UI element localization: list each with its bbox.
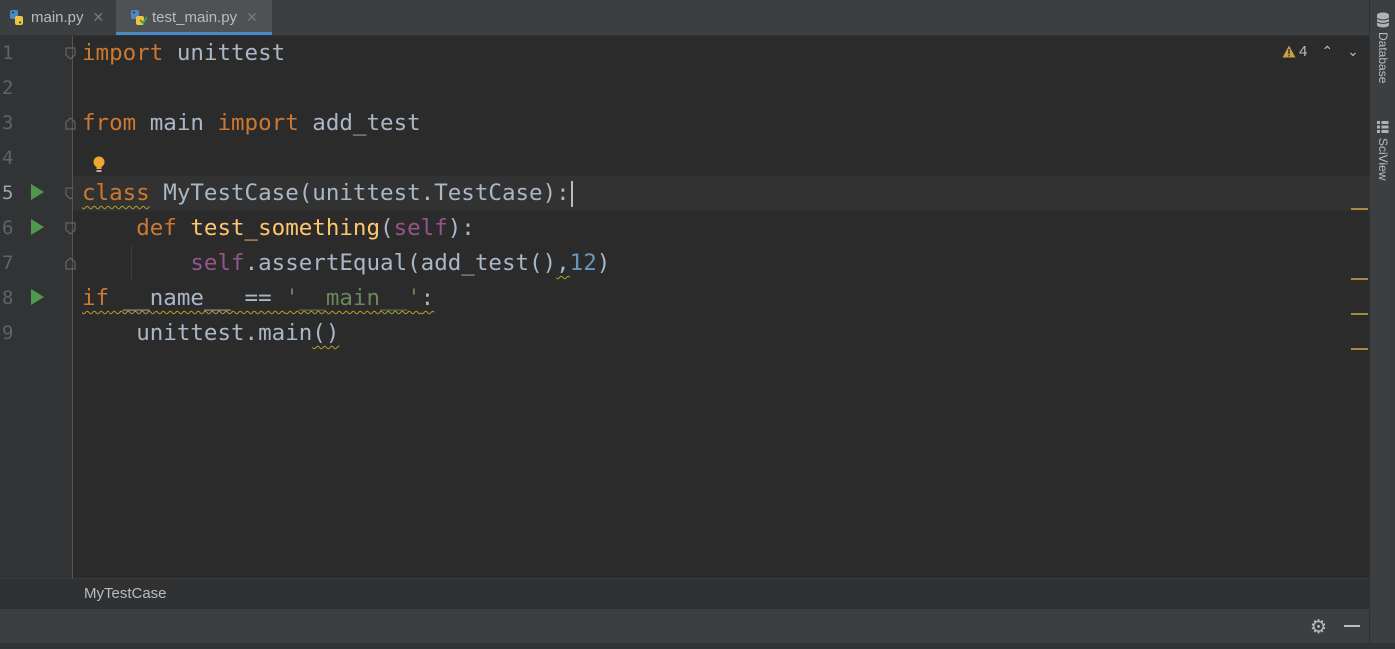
class-name: MyTestCase (163, 180, 299, 206)
next-highlight-icon[interactable]: ⌄ (1347, 43, 1359, 60)
code-text: main (136, 110, 218, 136)
number-literal: 12 (569, 250, 597, 276)
breadcrumb-bar: MyTestCase (0, 578, 1369, 610)
tab-main-py[interactable]: main.py ✕ (8, 0, 104, 35)
minimize-icon[interactable] (1344, 625, 1360, 627)
keyword: from (82, 110, 137, 136)
editor-gutter: 1 2 3 4 5 6 7 8 9 (0, 36, 76, 578)
keyword: import (217, 110, 299, 136)
close-tab-icon[interactable]: ✕ (246, 9, 258, 26)
bottom-panel-header: ⚙ (0, 609, 1369, 643)
right-tool-window-bar: Database SciView (1369, 0, 1395, 649)
line-number: 3 (2, 112, 14, 134)
tab-test-main-py[interactable]: test_main.py ✕ (116, 0, 272, 35)
python-test-file-icon (131, 9, 147, 25)
gear-icon[interactable]: ⚙ (1310, 616, 1327, 638)
code-text: ( (380, 215, 394, 241)
text-cursor (570, 180, 573, 207)
code-text: ) (596, 250, 611, 276)
error-stripe-mark[interactable] (1351, 208, 1368, 210)
code-text: ): (447, 215, 475, 241)
run-test-class-icon[interactable] (31, 184, 44, 200)
python-file-icon (10, 9, 23, 25)
status-strip (0, 643, 1395, 649)
line-number: 1 (2, 42, 14, 64)
line-number: 5 (2, 182, 14, 204)
code-text: (unittest.TestCase): (298, 180, 570, 206)
fold-icon[interactable] (64, 47, 77, 60)
breadcrumb-item[interactable]: MyTestCase (84, 585, 167, 602)
code-text: unittest.main (136, 320, 313, 346)
fold-end-icon[interactable] (64, 257, 77, 270)
sciview-label: SciView (1376, 138, 1390, 181)
code-text: : (420, 285, 435, 311)
database-label: Database (1376, 32, 1390, 84)
tab-label: main.py (31, 9, 84, 26)
fold-icon[interactable] (64, 222, 77, 235)
string-literal: '__main__' (285, 285, 421, 311)
error-stripe-mark[interactable] (1351, 348, 1368, 350)
keyword: class (82, 180, 150, 206)
line-number: 9 (2, 322, 14, 344)
warning-icon (1282, 45, 1296, 58)
code-line-5: class MyTestCase(unittest.TestCase): (82, 176, 573, 211)
run-test-method-icon[interactable] (31, 219, 44, 235)
code-text: __name__ == (109, 285, 286, 311)
line-number: 6 (2, 217, 14, 239)
function-name: test_something (190, 215, 381, 241)
error-stripe-mark[interactable] (1351, 278, 1368, 280)
inspection-widget[interactable]: 4 ⌃ ⌄ (1282, 43, 1373, 60)
previous-highlight-icon[interactable]: ⌃ (1321, 43, 1333, 60)
keyword: import (82, 40, 164, 66)
code-line-7: self.assertEqual(add_test(),12) (82, 246, 610, 281)
code-line-6: def test_something(self): (82, 211, 475, 246)
line-number: 8 (2, 287, 14, 309)
run-main-icon[interactable] (31, 289, 44, 305)
code-text: unittest (163, 40, 286, 66)
warning-count: 4 (1299, 43, 1308, 60)
code-line-1: import unittest (82, 36, 285, 71)
code-line-8: if __name__ == '__main__': (82, 281, 434, 316)
line-number: 2 (2, 77, 14, 99)
close-tab-icon[interactable]: ✕ (93, 9, 105, 26)
code-editor[interactable]: import unittest from main import add_tes… (82, 36, 1352, 576)
code-text: add_test (298, 110, 421, 136)
code-line-3: from main import add_test (82, 106, 421, 141)
pep8-warning-comma: , (556, 250, 570, 276)
sciview-icon (1377, 121, 1389, 133)
tab-label: test_main.py (152, 9, 238, 26)
database-tool-button[interactable]: Database (1370, 12, 1395, 83)
database-icon (1376, 12, 1390, 28)
line-number: 7 (2, 252, 14, 274)
fold-end-icon[interactable] (64, 117, 77, 130)
pep8-warning-parens: () (312, 320, 340, 346)
active-tab-indicator (116, 32, 272, 35)
keyword: def (136, 215, 177, 241)
line-number: 4 (2, 147, 14, 169)
error-stripe-mark[interactable] (1351, 313, 1368, 315)
code-line-9: unittest.main() (82, 316, 339, 351)
self-ref: self (190, 250, 245, 276)
editor-tab-bar: main.py ✕ test_main.py ✕ (0, 0, 1369, 36)
code-text: .assertEqual(add_test() (244, 250, 557, 276)
self-param: self (393, 215, 448, 241)
sciview-tool-button[interactable]: SciView (1370, 120, 1395, 180)
keyword: if (82, 285, 110, 311)
